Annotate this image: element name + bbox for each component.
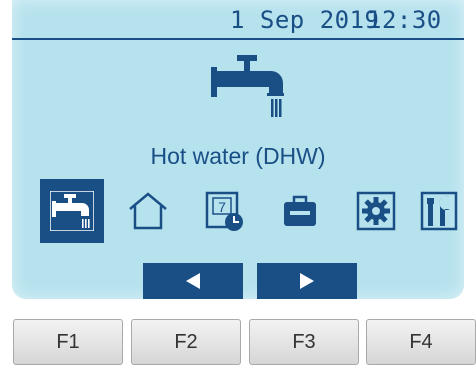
menu-item-holiday[interactable]	[268, 179, 332, 243]
right-arrow-icon	[300, 273, 314, 289]
mode-title: Hot water (DHW)	[150, 143, 326, 169]
f1-key[interactable]: F1	[13, 319, 123, 365]
menu-item-heating[interactable]	[116, 179, 180, 243]
svg-text:7: 7	[218, 199, 226, 215]
next-button[interactable]	[257, 263, 357, 299]
menu-item-schedule[interactable]: 7	[192, 179, 256, 243]
previous-button[interactable]	[143, 263, 243, 299]
f2-key[interactable]: F2	[131, 319, 241, 365]
house-icon	[129, 192, 167, 230]
f4-key[interactable]: F4	[366, 319, 476, 365]
schedule-calendar-icon: 7	[205, 191, 243, 231]
menu-item-hot-water[interactable]	[40, 179, 104, 243]
display-screen: 1 Sep 2019 12:30 Hot water (DHW) 7	[12, 0, 464, 299]
holiday-suitcase-icon	[284, 195, 316, 226]
gear-icon	[356, 191, 396, 231]
f3-key[interactable]: F3	[249, 319, 359, 365]
faucet-icon	[211, 55, 291, 123]
left-arrow-icon	[186, 273, 200, 289]
faucet-icon	[50, 191, 94, 231]
service-tools-icon	[420, 191, 458, 231]
menu-item-service[interactable]	[420, 179, 460, 243]
menu-item-settings[interactable]	[344, 179, 408, 243]
date-display: 1 Sep 2019	[230, 6, 380, 34]
time-display: 12:30	[367, 6, 442, 34]
status-bar: 1 Sep 2019 12:30	[12, 0, 464, 40]
